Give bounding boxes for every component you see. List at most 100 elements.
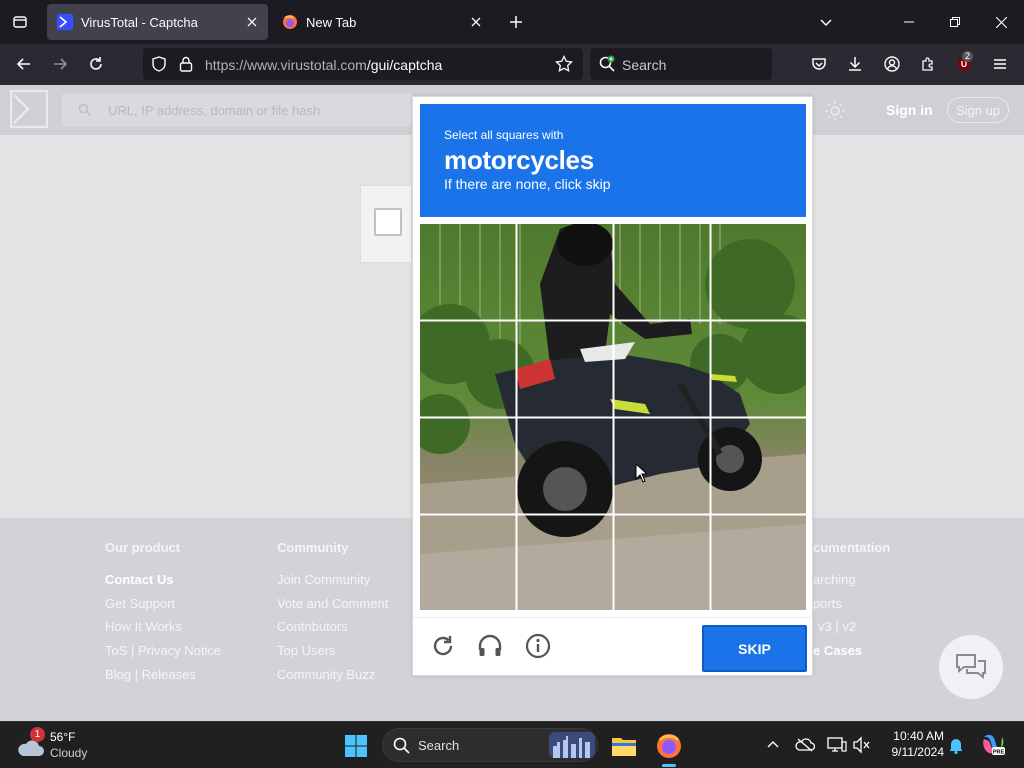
footer-link[interactable]: Vote and Comment	[277, 596, 388, 620]
taskbar-search-placeholder: Search	[418, 738, 460, 753]
restore-button[interactable]	[932, 0, 978, 44]
skip-button[interactable]: SKIP	[702, 625, 807, 672]
url-text: https://www.virustotal.com/gui/captcha	[205, 57, 443, 73]
footer-link[interactable]: Join Community	[277, 572, 388, 596]
captcha-instruction-line1: Select all squares with	[444, 128, 564, 142]
captcha-checkbox[interactable]	[374, 208, 402, 236]
search-icon	[78, 103, 92, 117]
footer-column-our-product: Our product Contact Us Get Support How I…	[105, 540, 221, 690]
search-engine-icon[interactable]	[598, 55, 616, 73]
captcha-cell-3-2[interactable]	[517, 418, 613, 514]
weather-temperature: 56°F	[50, 730, 76, 744]
arrow-right-icon	[54, 58, 68, 70]
plus-icon	[510, 16, 522, 28]
theme-toggle-sun-icon[interactable]	[824, 100, 846, 122]
forward-button[interactable]	[45, 49, 75, 79]
new-tab-button[interactable]	[502, 8, 530, 36]
chat-support-button[interactable]	[939, 635, 1003, 699]
minimize-button[interactable]	[886, 0, 932, 44]
reload-challenge-icon[interactable]	[425, 628, 461, 664]
close-tab-icon[interactable]	[240, 10, 264, 34]
tracking-protection-shield-icon[interactable]	[151, 56, 167, 72]
firefox-taskbar-icon[interactable]	[651, 728, 687, 764]
virustotal-logo-icon[interactable]	[10, 90, 48, 128]
captcha-cell-1-2[interactable]	[517, 224, 613, 320]
chat-bubbles-icon	[956, 654, 986, 680]
footer-link[interactable]: Community Buzz	[277, 667, 388, 691]
clock-date: 9/11/2024	[891, 745, 945, 759]
extensions-button[interactable]	[913, 49, 943, 79]
captcha-cell-1-1[interactable]	[420, 224, 516, 320]
windows-taskbar: 1 56°F Cloudy Search 10:40 AM 9/11/2024	[0, 721, 1024, 768]
tab-virustotal-captcha[interactable]: VirusTotal - Captcha	[47, 4, 268, 40]
sign-up-button[interactable]: Sign up	[947, 97, 1009, 123]
tab-strip: VirusTotal - Captcha New Tab	[0, 0, 1024, 44]
footer-link[interactable]: Top Users	[277, 643, 388, 667]
bookmark-star-icon[interactable]	[555, 55, 573, 73]
web-search-bar[interactable]: Search	[590, 48, 772, 80]
footer-link[interactable]: v3 | v2	[818, 619, 890, 643]
footer-heading: Community	[277, 540, 349, 555]
captcha-cell-2-1[interactable]	[420, 321, 516, 417]
captcha-cell-4-4[interactable]	[711, 515, 807, 611]
start-button[interactable]	[338, 728, 374, 764]
tab-overflow-button[interactable]	[812, 8, 840, 36]
audio-challenge-headphones-icon[interactable]	[472, 628, 508, 664]
captcha-cell-3-3[interactable]	[614, 418, 710, 514]
account-button[interactable]	[877, 49, 907, 79]
sign-in-link[interactable]: Sign in	[886, 102, 933, 118]
taskbar-search-box[interactable]: Search	[382, 728, 598, 762]
downloads-button[interactable]	[840, 49, 870, 79]
firefox-favicon-icon	[282, 14, 298, 30]
restore-icon	[950, 17, 960, 27]
app-menu-button[interactable]	[985, 49, 1015, 79]
system-clock[interactable]: 10:40 AM 9/11/2024	[880, 728, 945, 760]
footer-link[interactable]: e Cases	[813, 643, 890, 667]
virustotal-favicon-icon	[57, 14, 73, 30]
captcha-cell-4-2[interactable]	[517, 515, 613, 611]
reload-button[interactable]	[81, 49, 111, 79]
site-search-input[interactable]: URL, IP address, domain or file hash	[62, 93, 412, 127]
footer-link[interactable]: ports	[813, 596, 890, 620]
captcha-cell-1-4[interactable]	[711, 224, 807, 320]
puzzle-piece-icon	[922, 57, 933, 71]
tab-title: VirusTotal - Captcha	[81, 14, 198, 30]
captcha-target-object: motorcycles	[444, 145, 594, 175]
weather-notification-badge: 1	[30, 727, 45, 742]
copilot-preview-icon[interactable]: PRE	[979, 733, 1007, 757]
captcha-cell-2-2[interactable]	[517, 321, 613, 417]
search-placeholder: Search	[622, 57, 667, 73]
footer-link[interactable]: Contributors	[277, 619, 388, 643]
back-button[interactable]	[9, 49, 39, 79]
captcha-cell-2-3[interactable]	[614, 321, 710, 417]
footer-link[interactable]: Blog | Releases	[105, 667, 221, 691]
captcha-cell-4-3[interactable]	[614, 515, 710, 611]
help-info-icon[interactable]	[520, 628, 556, 664]
notification-bell-icon[interactable]	[944, 733, 968, 757]
file-explorer-taskbar-icon[interactable]	[606, 728, 642, 764]
captcha-footer: SKIP	[413, 617, 812, 675]
footer-link[interactable]: Contact Us	[105, 572, 221, 596]
onedrive-offline-icon[interactable]	[793, 733, 817, 757]
close-tab-icon[interactable]	[464, 10, 488, 34]
account-icon	[884, 56, 900, 72]
close-window-button[interactable]	[978, 0, 1024, 44]
address-bar[interactable]: https://www.virustotal.com/gui/captcha	[143, 48, 583, 80]
pocket-button[interactable]	[804, 49, 834, 79]
footer-link[interactable]: How It Works	[105, 619, 221, 643]
footer-link[interactable]: ToS | Privacy Notice	[105, 643, 221, 667]
captcha-cell-1-3[interactable]	[614, 224, 710, 320]
captcha-cell-4-1[interactable]	[420, 515, 516, 611]
footer-link[interactable]: Get Support	[105, 596, 221, 620]
lock-icon[interactable]	[179, 56, 193, 72]
footer-link[interactable]: arching	[813, 572, 890, 596]
captcha-cell-3-1[interactable]	[420, 418, 516, 514]
arrow-left-icon	[16, 58, 30, 70]
list-all-tabs-button[interactable]	[6, 8, 34, 36]
captcha-cell-3-4[interactable]	[711, 418, 807, 514]
tab-new-tab[interactable]: New Tab	[272, 4, 492, 40]
display-network-icon[interactable]	[825, 733, 849, 757]
volume-muted-icon[interactable]	[850, 733, 874, 757]
show-hidden-icons-chevron-up-icon[interactable]	[761, 733, 785, 757]
captcha-cell-2-4[interactable]	[711, 321, 807, 417]
